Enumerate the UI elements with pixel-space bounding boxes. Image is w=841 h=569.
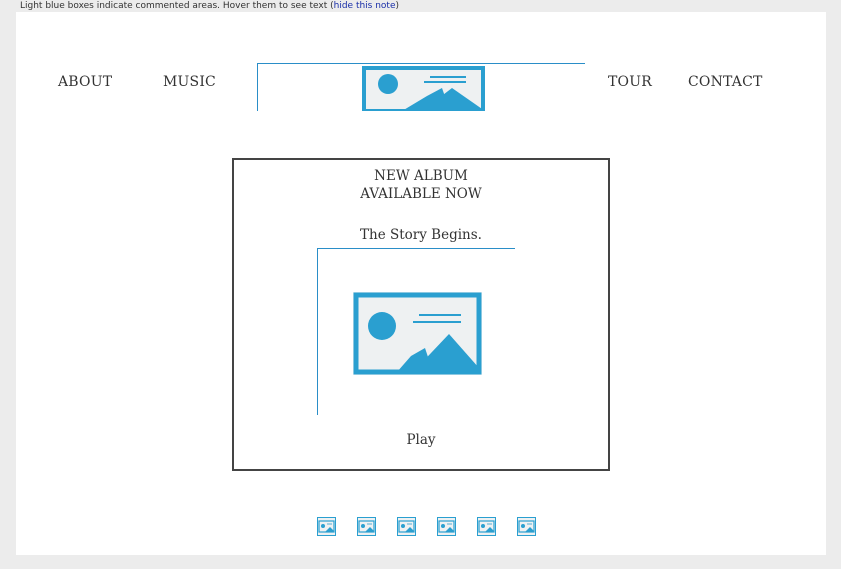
thumbnail-4-icon[interactable] (437, 517, 456, 536)
nav-contact[interactable]: CONTACT (688, 74, 763, 90)
thumbnail-2-icon[interactable] (357, 517, 376, 536)
hide-note-link[interactable]: hide this note (334, 1, 396, 11)
album-title-line1: NEW ALBUM (374, 168, 468, 184)
thumbnail-5-icon[interactable] (477, 517, 496, 536)
nav-music[interactable]: MUSIC (163, 74, 216, 90)
nav-about[interactable]: ABOUT (58, 74, 112, 90)
thumbnail-3-icon[interactable] (397, 517, 416, 536)
nav-tour[interactable]: TOUR (608, 74, 652, 90)
note-close-paren: ) (395, 1, 400, 11)
play-button[interactable]: Play (234, 432, 608, 448)
thumbnail-1-icon[interactable] (317, 517, 336, 536)
note-text: Light blue boxes indicate commented area… (20, 1, 334, 11)
album-heading: NEW ALBUM AVAILABLE NOW (234, 167, 608, 203)
thumbnail-6-icon[interactable] (517, 517, 536, 536)
album-subtitle: The Story Begins. (360, 227, 482, 243)
album-cover-image-icon (353, 292, 482, 375)
logo-image-icon (362, 66, 485, 111)
album-title-line2: AVAILABLE NOW (360, 186, 482, 202)
